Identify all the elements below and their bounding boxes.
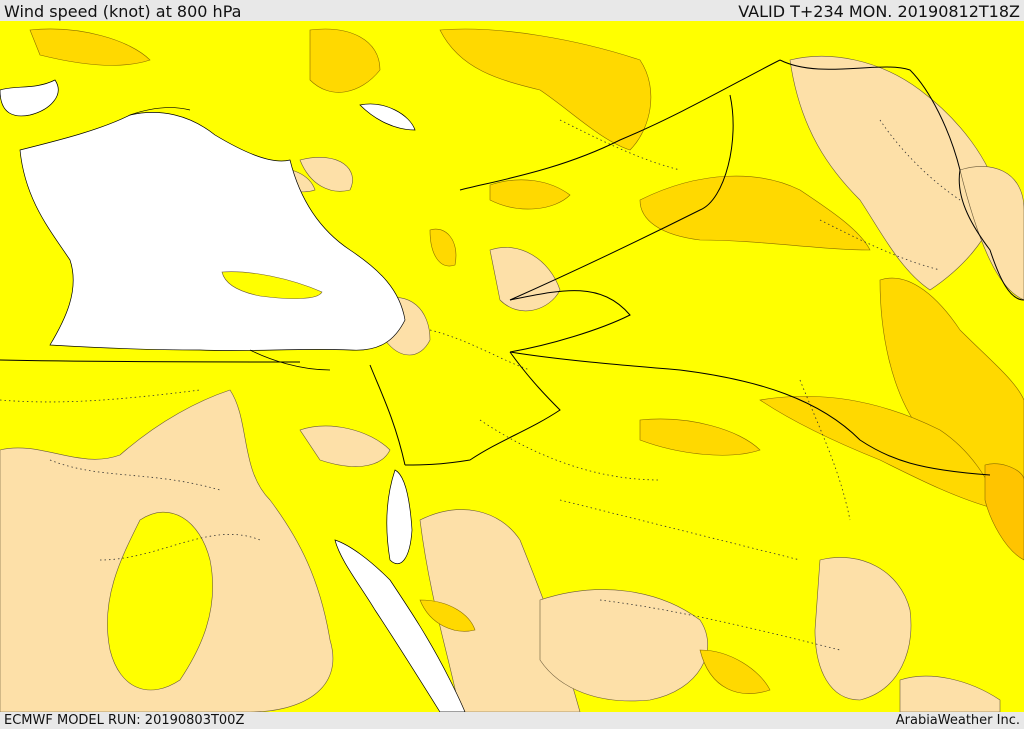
map-title: Wind speed (knot) at 800 hPa bbox=[4, 2, 242, 21]
valid-time: VALID T+234 MON. 20190812T18Z bbox=[738, 2, 1020, 21]
header-bar: Wind speed (knot) at 800 hPa VALID T+234… bbox=[0, 0, 1024, 21]
wind-speed-map bbox=[0, 21, 1024, 712]
model-run-label: ECMWF MODEL RUN: 20190803T00Z bbox=[4, 713, 245, 728]
credit-label: ArabiaWeather Inc. bbox=[895, 713, 1020, 728]
footer-bar: ECMWF MODEL RUN: 20190803T00Z ArabiaWeat… bbox=[0, 712, 1024, 729]
